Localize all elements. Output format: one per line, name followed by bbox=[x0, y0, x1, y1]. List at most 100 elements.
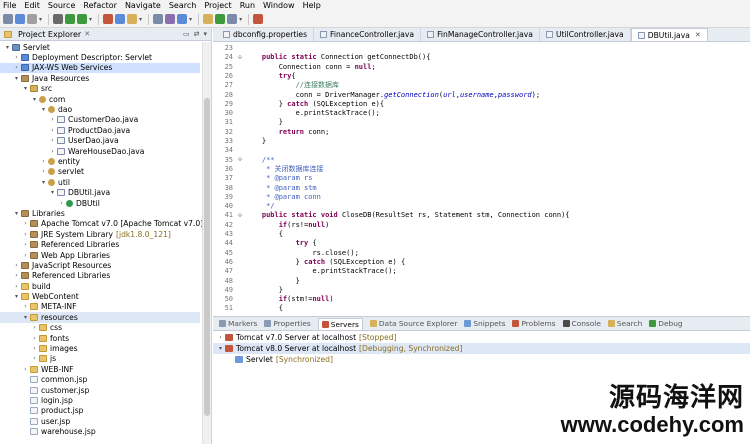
collapse-all-icon[interactable]: ▭ bbox=[183, 30, 190, 38]
collapsed-arrow-icon[interactable]: › bbox=[217, 334, 224, 341]
tab-console[interactable]: Console bbox=[562, 319, 601, 328]
menu-file[interactable]: File bbox=[3, 1, 16, 10]
tree-item[interactable]: › fonts bbox=[0, 333, 200, 343]
tree-item[interactable]: › css bbox=[0, 323, 200, 333]
tree-item[interactable]: › images bbox=[0, 343, 200, 353]
toolbar-button-icon[interactable] bbox=[203, 14, 214, 24]
expanded-arrow-icon[interactable]: ▾ bbox=[40, 106, 47, 113]
tree-item[interactable]: › UserDao.java bbox=[0, 136, 200, 146]
tab-problems[interactable]: Problems bbox=[512, 319, 556, 328]
collapsed-arrow-icon[interactable]: › bbox=[22, 241, 29, 248]
expanded-arrow-icon[interactable]: ▾ bbox=[4, 44, 11, 51]
collapsed-arrow-icon[interactable]: › bbox=[22, 231, 29, 238]
tree-item[interactable]: login.jsp bbox=[0, 395, 200, 405]
expanded-arrow-icon[interactable]: ▾ bbox=[40, 179, 47, 186]
collapsed-arrow-icon[interactable]: › bbox=[40, 158, 47, 165]
toolbar-button-icon[interactable] bbox=[227, 14, 238, 24]
toolbar-button-icon[interactable] bbox=[177, 14, 188, 24]
collapsed-arrow-icon[interactable]: › bbox=[22, 303, 29, 310]
tab-snippets[interactable]: Snippets bbox=[464, 319, 505, 328]
server-row[interactable]: Servlet [Synchronized] bbox=[213, 354, 750, 365]
collapsed-arrow-icon[interactable]: › bbox=[49, 137, 56, 144]
collapsed-arrow-icon[interactable]: › bbox=[31, 335, 38, 342]
tree-item[interactable]: › JAX-WS Web Services bbox=[0, 62, 200, 74]
dropdown-arrow-icon[interactable]: ▾ bbox=[89, 16, 92, 23]
collapsed-arrow-icon[interactable]: › bbox=[49, 127, 56, 134]
toolbar-button-icon[interactable] bbox=[103, 14, 114, 24]
collapsed-arrow-icon[interactable]: › bbox=[22, 252, 29, 259]
tab-search[interactable]: Search bbox=[607, 319, 642, 328]
tree-item[interactable]: › Deployment Descriptor: Servlet bbox=[0, 52, 200, 62]
menu-refactor[interactable]: Refactor bbox=[83, 1, 117, 10]
tree-item[interactable]: › WareHouseDao.java bbox=[0, 146, 200, 156]
tab-debug[interactable]: Debug bbox=[649, 319, 683, 328]
collapsed-arrow-icon[interactable]: › bbox=[13, 64, 20, 71]
toolbar-button-icon[interactable] bbox=[253, 14, 264, 24]
tree-item[interactable]: ▾ dao bbox=[0, 104, 200, 114]
tree-item[interactable]: ▾ util bbox=[0, 177, 200, 187]
editor-tab[interactable]: FinanceController.java bbox=[314, 28, 422, 41]
code-area[interactable]: 23 24 ⊖ public static Connection getConnec… bbox=[213, 43, 750, 314]
tree-item[interactable]: ▾ resources bbox=[0, 312, 200, 323]
dropdown-arrow-icon[interactable]: ▾ bbox=[189, 16, 192, 23]
tree-item[interactable]: warehouse.jsp bbox=[0, 426, 200, 436]
expanded-arrow-icon[interactable]: ▾ bbox=[49, 189, 56, 196]
close-icon[interactable]: ✕ bbox=[84, 30, 90, 38]
tree-item[interactable]: › WEB-INF bbox=[0, 364, 200, 374]
tree-item[interactable]: › Referenced Libraries bbox=[0, 239, 200, 249]
tree-item[interactable]: › build bbox=[0, 281, 200, 291]
expanded-arrow-icon[interactable]: ▾ bbox=[217, 345, 224, 352]
tree-item[interactable]: › ProductDao.java bbox=[0, 125, 200, 135]
collapsed-arrow-icon[interactable]: › bbox=[58, 200, 65, 207]
toolbar-button-icon[interactable] bbox=[215, 14, 226, 24]
tree-item[interactable]: product.jsp bbox=[0, 406, 200, 416]
menu-help[interactable]: Help bbox=[303, 1, 321, 10]
expanded-arrow-icon[interactable]: ▾ bbox=[13, 210, 20, 217]
collapsed-arrow-icon[interactable]: › bbox=[22, 220, 29, 227]
collapsed-arrow-icon[interactable]: › bbox=[40, 168, 47, 175]
collapsed-arrow-icon[interactable]: › bbox=[31, 345, 38, 352]
menu-source[interactable]: Source bbox=[48, 1, 75, 10]
toolbar-button-icon[interactable] bbox=[165, 14, 176, 24]
tree-item[interactable]: ▾ Libraries bbox=[0, 208, 200, 218]
editor-tab[interactable]: DBUtil.java ✕ bbox=[630, 28, 708, 41]
menu-project[interactable]: Project bbox=[204, 1, 231, 10]
tree-item[interactable]: › Apache Tomcat v7.0 [Apache Tomcat v7.0] bbox=[0, 219, 203, 229]
collapsed-arrow-icon[interactable]: › bbox=[13, 262, 20, 269]
tree-item[interactable]: › DBUtil bbox=[0, 198, 200, 208]
tree-item[interactable]: ▾ src bbox=[0, 84, 200, 94]
toolbar-button-icon[interactable] bbox=[53, 14, 64, 24]
editor-tab[interactable]: FinManageController.java bbox=[421, 28, 540, 41]
collapsed-arrow-icon[interactable]: › bbox=[49, 116, 56, 123]
tree-item[interactable]: common.jsp bbox=[0, 375, 200, 385]
menu-navigate[interactable]: Navigate bbox=[125, 1, 161, 10]
explorer-scrollbar-thumb[interactable] bbox=[204, 98, 210, 416]
menu-search[interactable]: Search bbox=[169, 1, 196, 10]
menu-run[interactable]: Run bbox=[240, 1, 255, 10]
tab-servers[interactable]: Servers bbox=[317, 317, 363, 330]
dropdown-arrow-icon[interactable]: ▾ bbox=[239, 16, 242, 23]
toolbar-button-icon[interactable] bbox=[127, 14, 138, 24]
explorer-scrollbar[interactable] bbox=[202, 42, 211, 444]
toolbar-button-icon[interactable] bbox=[27, 14, 37, 24]
toolbar-button-icon[interactable] bbox=[115, 14, 126, 24]
editor-tab[interactable]: UtilController.java bbox=[540, 28, 631, 41]
tab-data-source-explorer[interactable]: Data Source Explorer bbox=[369, 319, 457, 328]
dropdown-arrow-icon[interactable]: ▾ bbox=[39, 16, 42, 23]
tree-item[interactable]: › js bbox=[0, 354, 200, 364]
collapsed-arrow-icon[interactable]: › bbox=[13, 283, 20, 290]
collapsed-arrow-icon[interactable]: › bbox=[31, 324, 38, 331]
tree-item[interactable]: › entity bbox=[0, 156, 200, 166]
view-menu-icon[interactable]: ▾ bbox=[203, 30, 207, 38]
fold-icon[interactable]: ⊖ bbox=[235, 54, 245, 61]
tree-item[interactable]: › JavaScript Resources bbox=[0, 260, 200, 270]
fold-icon[interactable]: ⊖ bbox=[235, 212, 245, 219]
tree-item[interactable]: ▾ DBUtil.java bbox=[0, 187, 200, 197]
dropdown-arrow-icon[interactable]: ▾ bbox=[139, 16, 142, 23]
toolbar-button-icon[interactable] bbox=[15, 14, 25, 24]
menu-edit[interactable]: Edit bbox=[24, 1, 40, 10]
toolbar-button-icon[interactable] bbox=[65, 14, 76, 24]
tree-item[interactable]: customer.jsp bbox=[0, 385, 200, 395]
expanded-arrow-icon[interactable]: ▾ bbox=[13, 293, 20, 300]
tree-item[interactable]: ▾ WebContent bbox=[0, 291, 200, 301]
